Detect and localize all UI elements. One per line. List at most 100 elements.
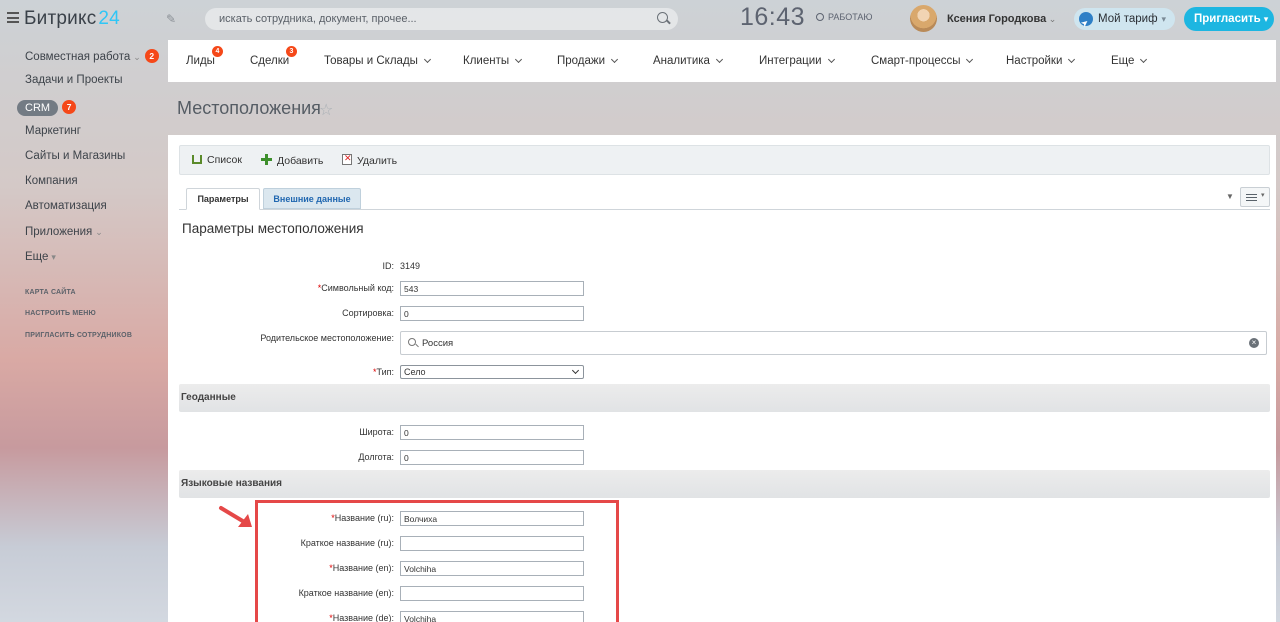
sidebar-item-apps[interactable]: Приложения ⌄ bbox=[25, 226, 103, 238]
tab-label: Еще bbox=[1111, 55, 1135, 67]
tab-label: Клиенты bbox=[463, 55, 510, 67]
sidebar-item-tasks[interactable]: Задачи и Проекты bbox=[25, 74, 123, 86]
latitude-field[interactable] bbox=[400, 425, 584, 440]
tab-external-data[interactable]: Внешние данные bbox=[263, 188, 361, 209]
work-status-label: РАБОТАЮ bbox=[828, 12, 873, 22]
tab-leads[interactable]: Лиды 4 bbox=[186, 46, 223, 67]
invite-button[interactable]: Пригласить ▾ bbox=[1184, 7, 1274, 31]
favorite-star-icon[interactable]: ☆ bbox=[319, 100, 333, 120]
edit-pencil-icon[interactable]: ✎ bbox=[166, 12, 176, 26]
user-name[interactable]: Ксения Городкова bbox=[947, 13, 1056, 25]
sidebar-item-label: Автоматизация bbox=[25, 200, 107, 212]
tab-clients[interactable]: Клиенты bbox=[463, 55, 523, 67]
sort-label: Сортировка: bbox=[342, 308, 394, 318]
chevron-down-icon bbox=[827, 55, 835, 64]
sidebar-item-label: Компания bbox=[25, 175, 78, 187]
highlight-frame bbox=[255, 500, 619, 622]
list-icon bbox=[192, 155, 202, 164]
parent-location-field[interactable]: Россия × bbox=[400, 331, 1267, 355]
field-label-text: ID: bbox=[382, 261, 394, 271]
sort-field[interactable] bbox=[400, 306, 584, 321]
left-menu: Совместная работа ⌄ 2 Задачи и Проекты CRM… bbox=[0, 40, 168, 622]
menu-burger-icon[interactable] bbox=[7, 12, 19, 23]
id-label: ID: bbox=[382, 261, 394, 271]
field-label-text: Широта: bbox=[359, 427, 394, 437]
language-names-section-header: Языковые названия bbox=[179, 470, 1270, 498]
tab-label: Лиды bbox=[186, 55, 215, 67]
chevron-down-icon bbox=[571, 366, 580, 375]
code-field[interactable] bbox=[400, 281, 584, 296]
crm-top-menu: Лиды 4 Сделки 3 Товары и Склады Клиенты Пр… bbox=[168, 40, 1276, 82]
tab-smart-processes[interactable]: Смарт-процессы bbox=[871, 55, 974, 67]
search-icon[interactable] bbox=[657, 12, 668, 23]
invite-employees-link[interactable]: ПРИГЛАСИТЬ СОТРУДНИКОВ bbox=[25, 332, 132, 339]
tab-label: Сделки bbox=[250, 55, 290, 67]
tab-settings[interactable]: Настройки bbox=[1006, 55, 1076, 67]
chevron-down-icon: ▾ bbox=[1161, 14, 1167, 24]
list-button[interactable]: Список bbox=[192, 154, 242, 166]
chevron-down-icon: ⌄ bbox=[95, 227, 103, 237]
top-bar: Битрикс24 ✎ 16:43 РАБОТАЮ Ксения Городко… bbox=[0, 0, 1280, 40]
search-input[interactable] bbox=[219, 11, 639, 27]
sidebar-item-label: Совместная работа bbox=[25, 51, 131, 63]
tab-sales[interactable]: Продажи bbox=[557, 55, 619, 67]
logo-text: Битрикс bbox=[24, 8, 97, 29]
sidebar-item-marketing[interactable]: Маркетинг bbox=[25, 125, 81, 137]
form-settings-button[interactable]: ▾ bbox=[1240, 187, 1270, 207]
section-title: Параметры местоположения bbox=[182, 221, 364, 236]
avatar[interactable] bbox=[910, 5, 937, 32]
field-label-text: Символьный код: bbox=[321, 283, 394, 293]
pointer-arrow-icon bbox=[219, 506, 252, 527]
sidebar-item-crm[interactable]: CRM 7 bbox=[17, 98, 77, 116]
configure-menu-link[interactable]: НАСТРОИТЬ МЕНЮ bbox=[25, 310, 96, 317]
type-select[interactable]: Село bbox=[400, 365, 584, 379]
work-status-icon bbox=[816, 13, 824, 21]
toolbar: Список Добавить Удалить bbox=[179, 145, 1270, 175]
geodata-section-title: Геоданные bbox=[181, 392, 236, 403]
chevron-down-icon bbox=[1140, 55, 1148, 64]
work-status[interactable]: РАБОТАЮ bbox=[816, 12, 873, 22]
sidebar-item-collaboration[interactable]: Совместная работа ⌄ 2 bbox=[25, 49, 159, 63]
chevron-down-icon bbox=[1068, 55, 1076, 64]
parent-location-label: Родительское местоположение: bbox=[260, 333, 394, 343]
delete-button[interactable]: Удалить bbox=[342, 153, 397, 167]
list-button-label: Список bbox=[207, 154, 242, 166]
counter-badge: 2 bbox=[144, 49, 159, 63]
tab-label: Настройки bbox=[1006, 55, 1063, 67]
sidebar-item-automation[interactable]: Автоматизация bbox=[25, 200, 107, 212]
field-label-text: Сортировка: bbox=[342, 308, 394, 318]
my-tariff-label: Мой тариф bbox=[1098, 13, 1158, 25]
add-button-label: Добавить bbox=[277, 155, 324, 167]
logo[interactable]: Битрикс 24 bbox=[24, 8, 120, 30]
collapse-tabs-icon[interactable]: ▼ bbox=[1226, 192, 1234, 201]
type-select-value: Село bbox=[404, 367, 426, 377]
my-tariff-button[interactable]: Мой тариф▾ bbox=[1074, 8, 1175, 30]
tab-integrations[interactable]: Интеграции bbox=[759, 55, 835, 67]
sidebar-item-sites[interactable]: Сайты и Магазины bbox=[25, 150, 125, 162]
sitemap-link[interactable]: КАРТА САЙТА bbox=[25, 289, 76, 296]
tab-products[interactable]: Товары и Склады bbox=[324, 55, 431, 67]
sidebar-item-company[interactable]: Компания bbox=[25, 175, 78, 187]
tab-analytics[interactable]: Аналитика bbox=[653, 55, 723, 67]
longitude-field[interactable] bbox=[400, 450, 584, 465]
chevron-down-icon: ▾ bbox=[1261, 192, 1265, 199]
tab-deals[interactable]: Сделки 3 bbox=[250, 46, 297, 67]
delete-icon bbox=[342, 153, 352, 165]
settings-menu-icon bbox=[1246, 194, 1257, 201]
tab-label: Аналитика bbox=[653, 55, 710, 67]
tab-more[interactable]: Еще bbox=[1111, 55, 1148, 67]
counter-badge: 7 bbox=[62, 100, 77, 114]
sidebar-item-more[interactable]: Еще ▾ bbox=[25, 251, 56, 263]
field-label-text: Долгота: bbox=[358, 452, 394, 462]
sidebar-item-label: Маркетинг bbox=[25, 125, 81, 137]
field-label-text: Родительское местоположение: bbox=[260, 333, 394, 343]
type-label: *Тип: bbox=[373, 367, 394, 377]
add-button[interactable]: Добавить bbox=[261, 154, 323, 167]
longitude-label: Долгота: bbox=[358, 452, 394, 462]
chevron-down-icon: ▾ bbox=[51, 252, 56, 262]
sidebar-item-label: CRM bbox=[17, 100, 59, 116]
latitude-label: Широта: bbox=[359, 427, 394, 437]
clear-icon[interactable]: × bbox=[1249, 338, 1259, 348]
tab-parameters[interactable]: Параметры bbox=[186, 188, 260, 210]
chevron-down-icon bbox=[966, 55, 974, 64]
